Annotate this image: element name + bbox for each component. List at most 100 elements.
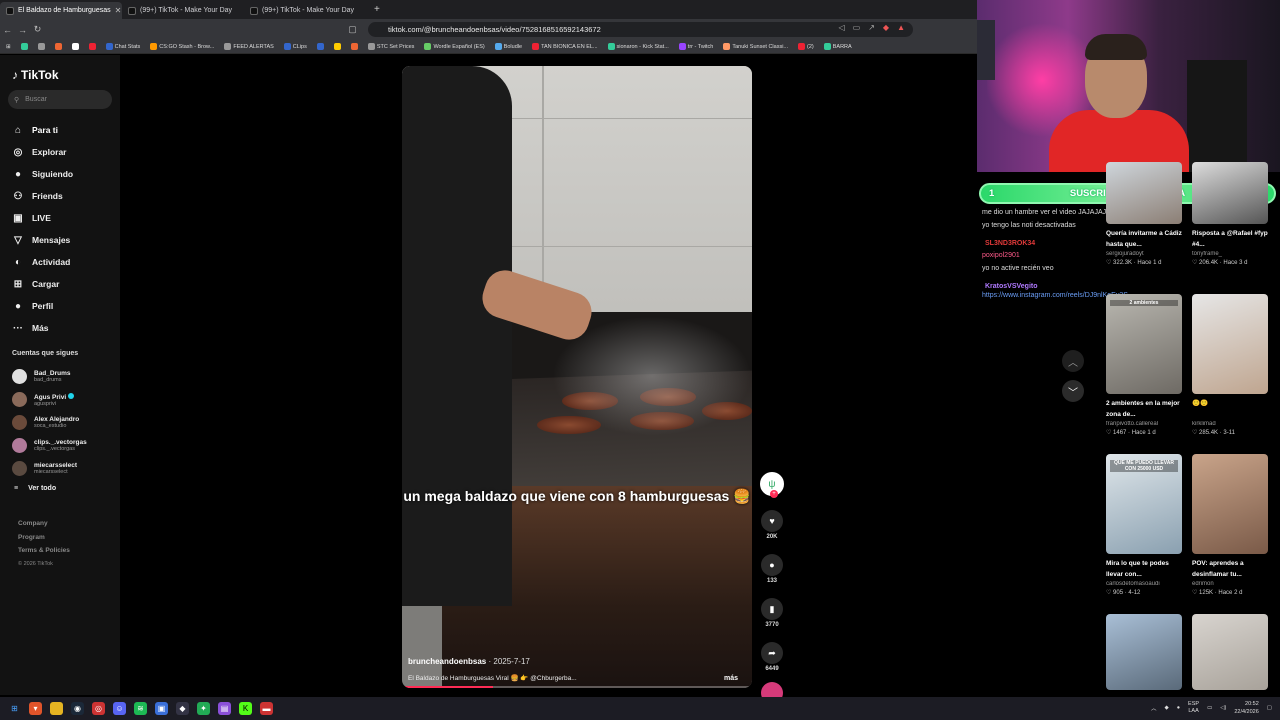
- video-progress-bar[interactable]: [402, 686, 752, 688]
- bookmark-item[interactable]: [54, 43, 62, 50]
- recommended-video-card[interactable]: 🙂🙂 kirklimad ♡ 285.4K · 3-11: [1192, 294, 1268, 436]
- following-item[interactable]: miecarsselect miecarsselect: [12, 457, 87, 480]
- chrome-icon[interactable]: ◎: [92, 702, 105, 715]
- video-thumbnail[interactable]: [1106, 162, 1182, 224]
- bookmark-item[interactable]: [71, 43, 79, 50]
- volume-icon[interactable]: ◁): [1220, 705, 1226, 711]
- nav-item[interactable]: ◎ Explorar: [12, 141, 73, 163]
- browser-tab[interactable]: El Baldazo de Hamburguesas ✕: [0, 2, 122, 19]
- share-arrow-icon[interactable]: ➦: [761, 642, 783, 664]
- recommended-video-card[interactable]: Risposta a @Rafael #fyp #4... tonyframe_ ♡…: [1192, 162, 1268, 266]
- nav-item[interactable]: ··· Más: [12, 317, 73, 339]
- following-item[interactable]: Alex Alejandro soca_estudio: [12, 411, 87, 434]
- install-icon[interactable]: ▭: [853, 23, 861, 32]
- video-thumbnail[interactable]: [1192, 162, 1268, 224]
- windows-start-icon[interactable]: ⊞: [8, 702, 21, 715]
- folder-icon[interactable]: [50, 702, 63, 715]
- tiktok-logo[interactable]: ♪ TikTok: [12, 68, 59, 82]
- recommended-video-card[interactable]: 2 ambientes 2 ambientes en la mejor zona …: [1106, 294, 1182, 436]
- more-button[interactable]: más: [724, 675, 738, 682]
- bookmark-item[interactable]: Tanuki Sunset Classi...: [723, 43, 788, 50]
- nav-item[interactable]: ● Perfil: [12, 295, 73, 317]
- steam-icon[interactable]: ◉: [71, 702, 84, 715]
- bookmark-item[interactable]: Wordle Español (ES): [424, 43, 485, 50]
- recommended-video-card[interactable]: [1192, 614, 1268, 690]
- browser-tab[interactable]: (99+) TikTok - Make Your Day: [122, 2, 244, 19]
- bookmark-save-icon[interactable]: ▮: [761, 598, 783, 620]
- bookmark-item[interactable]: [316, 43, 324, 50]
- share-action[interactable]: ➦ 6449: [760, 642, 784, 672]
- alert-icon[interactable]: ▲: [897, 23, 905, 32]
- next-video-button[interactable]: ﹀: [1062, 380, 1084, 402]
- bookmark-item[interactable]: sionaron - Kick Stat...: [607, 43, 669, 50]
- nav-item[interactable]: ● Siguiendo: [12, 163, 73, 185]
- nav-item[interactable]: ⚇ Friends: [12, 185, 73, 207]
- bookmark-item[interactable]: [350, 43, 358, 50]
- footer-link-terms[interactable]: Terms & Policies: [18, 544, 70, 558]
- recommended-video-card[interactable]: [1106, 614, 1182, 690]
- bookmark-item[interactable]: trr - Twitch: [678, 43, 713, 50]
- nav-item[interactable]: ◐ Actividad: [12, 251, 73, 273]
- bookmark-icon[interactable]: ▢: [345, 24, 360, 35]
- following-item[interactable]: clips._.vectorgas clips._.vectorgas: [12, 434, 87, 457]
- reload-icon[interactable]: ↻: [30, 24, 45, 35]
- bookmark-item[interactable]: STC Set Prices: [367, 43, 414, 50]
- mute-icon[interactable]: ◁: [839, 23, 845, 32]
- bookmark-item[interactable]: [37, 43, 45, 50]
- video-thumbnail[interactable]: [1192, 454, 1268, 554]
- language-indicator[interactable]: ESP LAA: [1188, 701, 1199, 715]
- browser-tab[interactable]: (99+) TikTok - Make Your Day: [244, 2, 366, 19]
- footer-link-program[interactable]: Program: [18, 531, 70, 545]
- footer-link-company[interactable]: Company: [18, 517, 70, 531]
- heart-icon[interactable]: ♥: [761, 510, 783, 532]
- brave-icon[interactable]: ▾: [29, 702, 42, 715]
- nav-item[interactable]: ⌂ Para ti: [12, 119, 73, 141]
- video-thumbnail[interactable]: 2 ambientes: [1106, 294, 1182, 394]
- bookmark-item[interactable]: Chat Stats: [105, 43, 140, 50]
- tray-chevron-icon[interactable]: ︿: [1151, 704, 1157, 712]
- bookmark-item[interactable]: CLips: [283, 43, 307, 50]
- bookmark-item[interactable]: Boludle: [494, 43, 522, 50]
- bookmark-item[interactable]: TAN BIONICA EN EL...: [532, 43, 598, 50]
- clock[interactable]: 20:52 22/4/2026: [1234, 700, 1258, 716]
- recommended-video-card[interactable]: QUE ME PUEDO LLEVAR CON 25000 USD Mira lo…: [1106, 454, 1182, 596]
- following-item[interactable]: Bad_Drums bad_drums: [12, 365, 87, 388]
- new-tab-button[interactable]: +: [366, 4, 388, 15]
- tray-app-icon[interactable]: ◆: [1164, 705, 1168, 711]
- video-thumbnail[interactable]: [1106, 614, 1182, 690]
- search-input[interactable]: ⚲ Buscar: [8, 90, 112, 109]
- bookmark-item[interactable]: [88, 43, 96, 50]
- address-bar[interactable]: tiktok.com/@bruncheandoenbsas/video/7528…: [368, 22, 913, 37]
- save-action[interactable]: ▮ 3770: [760, 598, 784, 628]
- video-thumbnail[interactable]: [1192, 294, 1268, 394]
- mic-icon[interactable]: ●: [1177, 705, 1180, 711]
- recorder-icon[interactable]: ▬: [260, 702, 273, 715]
- video-author[interactable]: bruncheandoenbsas · 2025-7-17: [408, 657, 746, 666]
- nav-item[interactable]: ▽ Mensajes: [12, 229, 73, 251]
- bookmark-item[interactable]: FEED ALERTAS: [224, 43, 274, 50]
- network-icon[interactable]: ▭: [1207, 705, 1212, 711]
- spotify-icon[interactable]: ≋: [134, 702, 147, 715]
- author-avatar[interactable]: ψ +: [760, 472, 784, 498]
- apps-icon[interactable]: ⊞: [6, 44, 11, 50]
- bookmark-item[interactable]: [20, 43, 28, 50]
- video-thumbnail[interactable]: QUE ME PUEDO LLEVAR CON 25000 USD: [1106, 454, 1182, 554]
- like-action[interactable]: ♥ 20K: [760, 510, 784, 540]
- video-player[interactable]: un mega baldazo que viene con 8 hamburgu…: [402, 66, 752, 688]
- app-icon[interactable]: ◆: [176, 702, 189, 715]
- twitch-icon[interactable]: ▤: [218, 702, 231, 715]
- following-item[interactable]: Agus Privi agusprivi: [12, 388, 87, 411]
- recommended-video-card[interactable]: Quería invitarme a Cádiz hasta que... ser…: [1106, 162, 1182, 266]
- discord-icon[interactable]: ☺: [113, 702, 126, 715]
- comment-icon[interactable]: ●: [761, 554, 783, 576]
- comment-action[interactable]: ● 133: [760, 554, 784, 584]
- recommended-video-card[interactable]: POV: aprendes a desinflamar tu... edrimon…: [1192, 454, 1268, 596]
- nav-item[interactable]: ▣ LIVE: [12, 207, 73, 229]
- see-all-button[interactable]: ≡ Ver todo: [14, 485, 56, 492]
- bookmark-item[interactable]: [333, 43, 341, 50]
- video-thumbnail[interactable]: [1192, 614, 1268, 690]
- back-icon[interactable]: ←: [0, 25, 15, 35]
- share-icon[interactable]: ↗: [868, 23, 875, 32]
- close-tab-icon[interactable]: ✕: [115, 6, 122, 15]
- notifications-icon[interactable]: ▢: [1267, 705, 1272, 711]
